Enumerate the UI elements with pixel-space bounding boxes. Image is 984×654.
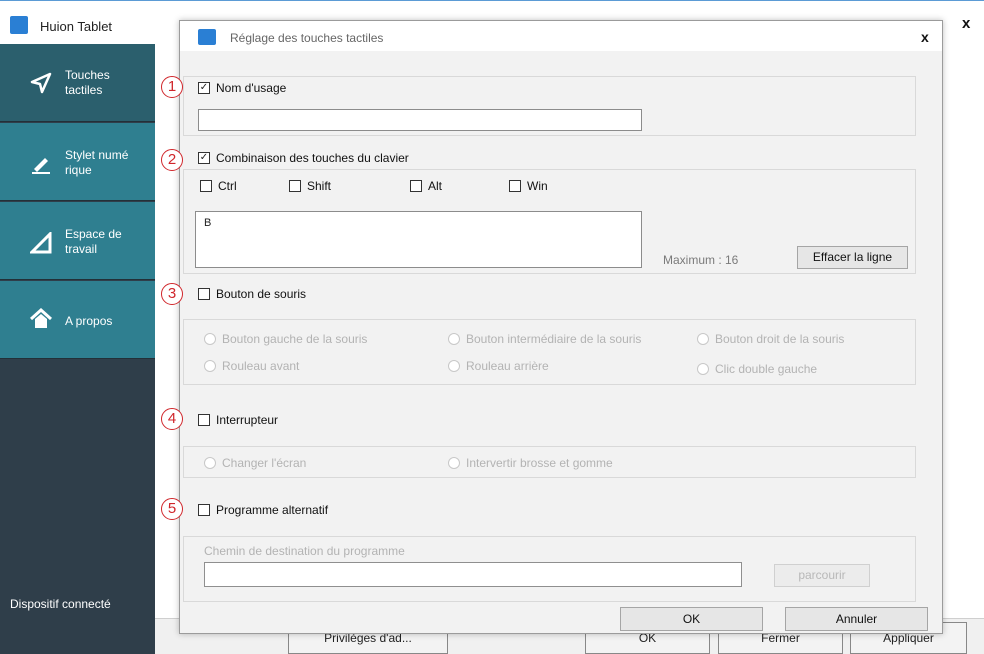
sidebar-item-apropos[interactable]: A propos xyxy=(0,281,155,359)
step-number-2: 2 xyxy=(161,149,183,171)
device-status: Dispositif connecté xyxy=(10,597,111,611)
dialog-cancel-button[interactable]: Annuler xyxy=(785,607,928,631)
step-number-5: 5 xyxy=(161,498,183,520)
win-checkbox[interactable] xyxy=(509,180,521,192)
dialog-ok-button[interactable]: OK xyxy=(620,607,763,631)
browse-button[interactable]: parcourir xyxy=(774,564,870,587)
nom-usage-label: Nom d'usage xyxy=(216,81,287,95)
shift-checkbox[interactable] xyxy=(289,180,301,192)
combinaison-label: Combinaison des touches du clavier xyxy=(216,151,409,165)
maximum-label: Maximum : 16 xyxy=(663,253,739,267)
sidebar-item-stylet[interactable]: Stylet numé rique xyxy=(0,123,155,201)
radio-change-screen[interactable] xyxy=(204,457,216,469)
path-label: Chemin de destination du programme xyxy=(204,544,405,558)
step-number-1: 1 xyxy=(161,76,183,98)
radio-right-click[interactable] xyxy=(697,333,709,345)
radio-wheel-forward[interactable] xyxy=(204,360,216,372)
wheel-back-label: Rouleau arrière xyxy=(466,359,549,373)
sidebar-item-label: Espace de travail xyxy=(65,227,122,256)
touch-keys-dialog: Réglage des touches tactiles x 1 ✓ Nom d… xyxy=(161,20,943,634)
dialog-close-button[interactable]: x xyxy=(921,29,929,45)
programme-label: Programme alternatif xyxy=(216,503,329,517)
combinaison-checkbox[interactable]: ✓ xyxy=(198,152,210,164)
radio-middle-click[interactable] xyxy=(448,333,460,345)
swap-brush-label: Intervertir brosse et gomme xyxy=(466,456,613,470)
interrupteur-checkbox[interactable] xyxy=(198,414,210,426)
dialog-titlebar: Réglage des touches tactiles x xyxy=(180,21,942,51)
left-click-label: Bouton gauche de la souris xyxy=(222,332,368,346)
radio-wheel-back[interactable] xyxy=(448,360,460,372)
sidebar: Touches tactiles Stylet numé rique Espac… xyxy=(0,44,155,654)
sidebar-item-label: A propos xyxy=(65,314,113,328)
shift-label: Shift xyxy=(307,179,332,193)
bouton-souris-checkbox[interactable] xyxy=(198,288,210,300)
bouton-souris-label: Bouton de souris xyxy=(216,287,307,301)
sidebar-item-espace[interactable]: Espace de travail xyxy=(0,202,155,280)
alt-checkbox[interactable] xyxy=(410,180,422,192)
app-close-button[interactable]: x xyxy=(962,15,970,32)
dialog-title: Réglage des touches tactiles xyxy=(230,31,384,45)
ctrl-checkbox[interactable] xyxy=(200,180,212,192)
key-sequence-input[interactable]: B xyxy=(195,211,642,268)
send-icon xyxy=(30,72,52,94)
huion-logo-icon xyxy=(10,16,28,34)
triangle-icon xyxy=(28,230,52,254)
app-title: Huion Tablet xyxy=(40,19,113,34)
home-icon xyxy=(29,307,53,330)
nom-usage-checkbox[interactable]: ✓ xyxy=(198,82,210,94)
step-number-3: 3 xyxy=(161,283,183,305)
double-left-label: Clic double gauche xyxy=(715,362,818,376)
wheel-forward-label: Rouleau avant xyxy=(222,359,300,373)
middle-click-label: Bouton intermédiaire de la souris xyxy=(466,332,642,346)
sidebar-item-label: Touches tactiles xyxy=(65,68,110,97)
radio-left-click[interactable] xyxy=(204,333,216,345)
change-screen-label: Changer l'écran xyxy=(222,456,307,470)
alt-label: Alt xyxy=(428,179,443,193)
pen-icon xyxy=(30,153,52,175)
ctrl-label: Ctrl xyxy=(218,179,237,193)
huion-logo-icon xyxy=(198,29,216,45)
radio-swap-brush[interactable] xyxy=(448,457,460,469)
win-label: Win xyxy=(527,179,548,193)
programme-checkbox[interactable] xyxy=(198,504,210,516)
sidebar-item-label: Stylet numé rique xyxy=(65,148,129,177)
nom-usage-input[interactable] xyxy=(198,109,642,131)
step-number-4: 4 xyxy=(161,408,183,430)
clear-line-button[interactable]: Effacer la ligne xyxy=(797,246,908,269)
right-click-label: Bouton droit de la souris xyxy=(715,332,845,346)
interrupteur-label: Interrupteur xyxy=(216,413,279,427)
program-path-input[interactable] xyxy=(204,562,742,587)
sidebar-item-touches-tactiles[interactable]: Touches tactiles xyxy=(0,44,155,122)
radio-double-left[interactable] xyxy=(697,363,709,375)
